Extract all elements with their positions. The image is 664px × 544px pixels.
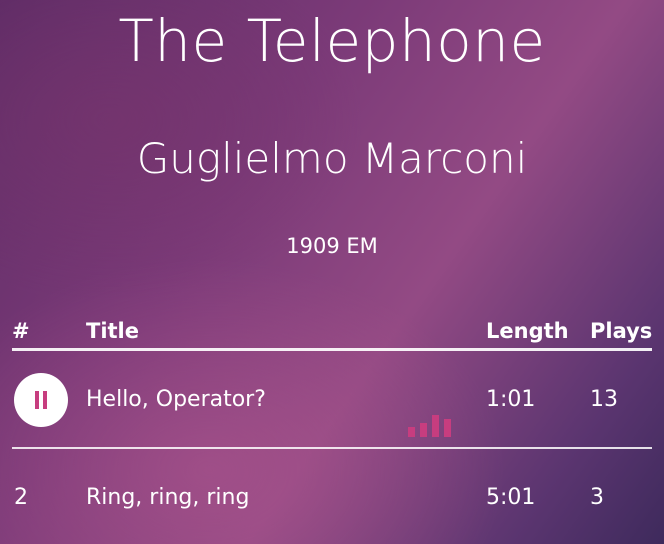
track-plays: 13 [590,386,618,412]
album-artist: Guglielmo Marconi [136,134,528,183]
track-plays: 3 [590,484,604,510]
tracklist-header: # Title Length Plays [12,312,652,351]
track-title: Hello, Operator? [86,386,266,412]
pause-icon [35,391,47,409]
header-length[interactable]: Length [486,318,569,344]
track-number: 2 [14,484,28,510]
header-plays[interactable]: Plays [590,318,652,344]
tracklist: # Title Length Plays Hello, Operator? 1:… [12,312,652,544]
track-length: 5:01 [486,484,536,510]
album-title: The Telephone [118,7,546,75]
track-row-playing[interactable]: Hello, Operator? 1:01 13 [12,351,652,449]
equalizer-icon [408,415,451,437]
album-meta: 1909 EM [286,234,378,258]
track-length: 1:01 [486,386,536,412]
track-row[interactable]: 2 Ring, ring, ring 5:01 3 [12,449,652,544]
header-title[interactable]: Title [86,318,139,344]
track-title: Ring, ring, ring [86,484,250,510]
header-number[interactable]: # [12,318,30,344]
pause-button[interactable] [14,373,68,427]
